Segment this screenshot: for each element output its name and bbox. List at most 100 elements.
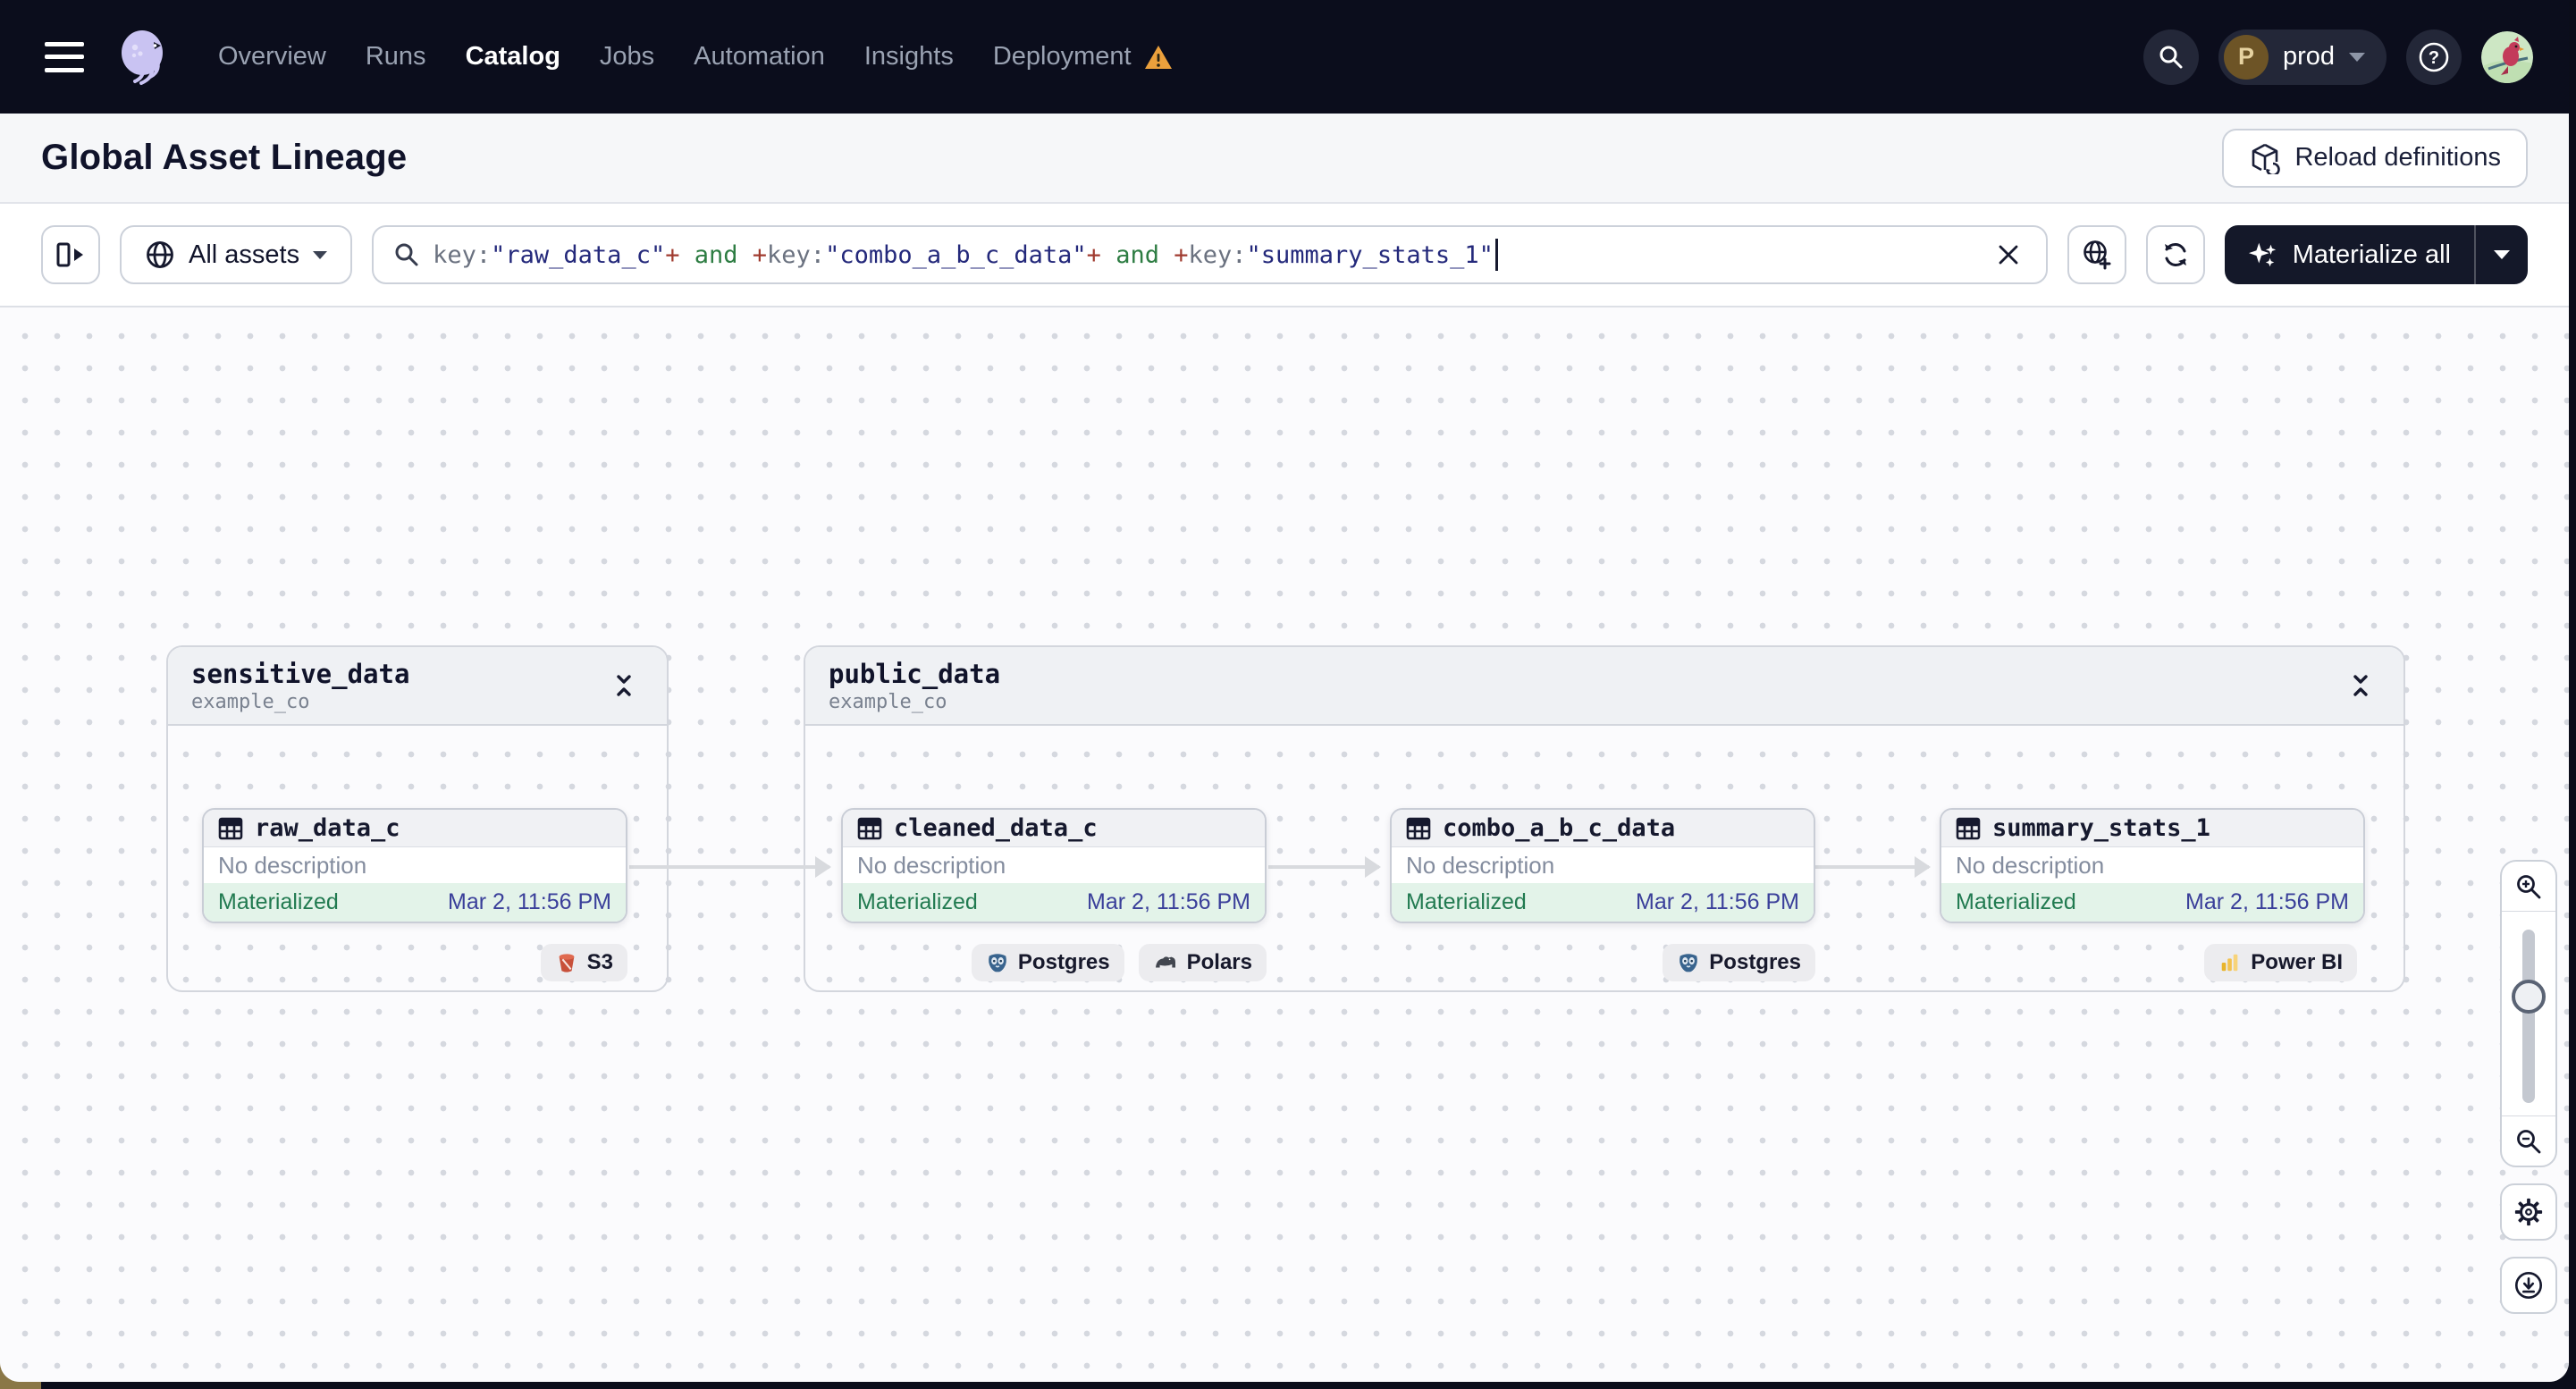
nav-item-overview[interactable]: Overview — [218, 42, 326, 72]
materialization-timestamp[interactable]: Mar 2, 11:56 PM — [2185, 889, 2349, 915]
download-icon — [2514, 1271, 2543, 1300]
menu-icon[interactable] — [45, 41, 84, 72]
polars-icon — [1155, 956, 1175, 968]
top-nav: Overview Runs Catalog Jobs Automation In… — [0, 0, 2569, 114]
kind-badge-label: S3 — [586, 950, 613, 974]
kind-badge-label: Polars — [1186, 950, 1252, 974]
view-graph-options-button[interactable] — [2067, 225, 2126, 284]
group-header[interactable]: public_data example_co — [805, 647, 2403, 726]
kind-badge-postgres[interactable]: Postgres — [1663, 944, 1815, 981]
nav-item-jobs[interactable]: Jobs — [600, 42, 654, 72]
close-icon — [1999, 245, 2018, 265]
asset-node-summary-stats-1[interactable]: summary_stats_1 No description Materiali… — [1940, 808, 2365, 923]
postgres-icon — [1679, 954, 1698, 972]
kind-badge-label: Power BI — [2251, 950, 2343, 974]
refresh-button[interactable] — [2145, 225, 2205, 284]
reload-definitions-icon — [2252, 143, 2281, 174]
lineage-edge — [629, 856, 831, 878]
globe-add-icon — [2083, 240, 2111, 270]
collapse-group-button[interactable] — [604, 666, 644, 705]
nav-item-insights[interactable]: Insights — [864, 42, 954, 72]
zoom-slider-handle[interactable] — [2512, 980, 2546, 1014]
materialize-all-split-button: Materialize all — [2224, 225, 2528, 284]
search-icon — [395, 243, 418, 266]
lineage-canvas[interactable]: sensitive_data example_co public_data ex… — [0, 307, 2569, 1382]
materialize-options-button[interactable] — [2476, 225, 2528, 284]
kind-badge-label: Postgres — [1017, 950, 1110, 974]
asset-name: raw_data_c — [255, 814, 400, 842]
nav-item-deployment[interactable]: Deployment — [993, 42, 1173, 72]
asset-description: No description — [204, 847, 626, 883]
chevron-down-icon — [313, 250, 328, 259]
status-badge: Materialized — [1406, 889, 1527, 914]
lineage-toolbar: All assets key: "raw_data_c" + and + key: "c… — [0, 204, 2569, 307]
deployment-avatar: P — [2223, 34, 2269, 80]
s3-icon — [559, 954, 574, 972]
asset-name: cleaned_data_c — [894, 814, 1098, 842]
user-avatar[interactable] — [2481, 30, 2533, 83]
nav-item-catalog[interactable]: Catalog — [466, 42, 560, 72]
group-header[interactable]: sensitive_data example_co — [168, 647, 667, 726]
status-badge: Materialized — [218, 889, 339, 914]
table-icon — [1956, 817, 1981, 839]
materialization-timestamp[interactable]: Mar 2, 11:56 PM — [448, 889, 611, 915]
materialize-all-button[interactable]: Materialize all — [2225, 225, 2474, 284]
canvas-controls — [2500, 860, 2557, 1314]
collapse-group-button[interactable] — [2341, 666, 2380, 705]
nav-right: P prod ? — [2142, 29, 2533, 85]
zoom-out-button[interactable] — [2502, 1115, 2555, 1166]
nav-links: Overview Runs Catalog Jobs Automation In… — [218, 42, 1173, 72]
status-badge: Materialized — [857, 889, 978, 914]
zoom-out-icon — [2517, 1129, 2541, 1153]
page-header: Global Asset Lineage Reload definitions — [0, 114, 2569, 204]
nav-item-label: Catalog — [465, 42, 560, 71]
nav-item-automation[interactable]: Automation — [694, 42, 825, 72]
materialization-timestamp[interactable]: Mar 2, 11:56 PM — [1636, 889, 1799, 915]
group-repo: example_co — [829, 690, 947, 713]
zoom-slider-track[interactable] — [2522, 930, 2535, 1103]
sparkle-icon — [2248, 242, 2276, 267]
nav-item-label: Jobs — [599, 42, 655, 71]
nav-item-label: Overview — [218, 42, 326, 71]
kind-badge-polars[interactable]: Polars — [1138, 944, 1267, 981]
nav-item-label: Insights — [863, 42, 954, 71]
table-icon — [857, 817, 882, 839]
help-icon[interactable]: ? — [2406, 29, 2462, 85]
graph-settings-button[interactable] — [2500, 1183, 2557, 1241]
lineage-edge — [1268, 856, 1381, 878]
asset-description: No description — [1392, 847, 1814, 883]
asset-status-row: Materialized Mar 2, 11:56 PM — [204, 883, 626, 922]
svg-text:?: ? — [2429, 48, 2439, 68]
status-badge: Materialized — [1956, 889, 2076, 914]
download-image-button[interactable] — [2500, 1257, 2557, 1314]
panel-toggle-button[interactable] — [41, 225, 100, 284]
deployment-switcher[interactable]: P prod — [2218, 29, 2387, 85]
asset-scope-dropdown[interactable]: All assets — [120, 225, 353, 284]
dagster-logo-icon[interactable] — [113, 26, 175, 88]
collapse-icon — [2353, 675, 2368, 696]
search-icon[interactable] — [2142, 29, 2199, 85]
zoom-in-button[interactable] — [2502, 862, 2555, 912]
asset-selection-input[interactable]: key: "raw_data_c" + and + key: "combo_a_b_c_… — [372, 225, 2048, 284]
clear-search-button[interactable] — [1991, 237, 2026, 273]
panel-toggle-icon — [56, 242, 83, 267]
nav-item-label: Deployment — [992, 42, 1132, 71]
kind-badge-powerbi[interactable]: Power BI — [2204, 944, 2357, 981]
reload-definitions-button[interactable]: Reload definitions — [2222, 128, 2528, 188]
asset-node-cleaned-data-c[interactable]: cleaned_data_c No description Materializ… — [841, 808, 1267, 923]
kind-badge-postgres[interactable]: Postgres — [971, 944, 1124, 981]
asset-description: No description — [1941, 847, 2363, 883]
nav-item-label: Automation — [694, 42, 825, 71]
asset-node-raw-data-c[interactable]: raw_data_c No description Materialized M… — [202, 808, 627, 923]
page-title: Global Asset Lineage — [41, 138, 408, 177]
materialization-timestamp[interactable]: Mar 2, 11:56 PM — [1087, 889, 1250, 915]
nav-item-runs[interactable]: Runs — [366, 42, 426, 72]
group-name: sensitive_data — [191, 658, 410, 689]
asset-node-combo-a-b-c-data[interactable]: combo_a_b_c_data No description Material… — [1390, 808, 1815, 923]
zoom-control — [2500, 860, 2557, 1167]
text-cursor — [1494, 239, 1498, 271]
kind-badge-s3[interactable]: S3 — [540, 944, 627, 981]
group-repo: example_co — [191, 690, 310, 713]
asset-description: No description — [843, 847, 1265, 883]
kind-badges: Postgres Polars — [841, 944, 1267, 981]
